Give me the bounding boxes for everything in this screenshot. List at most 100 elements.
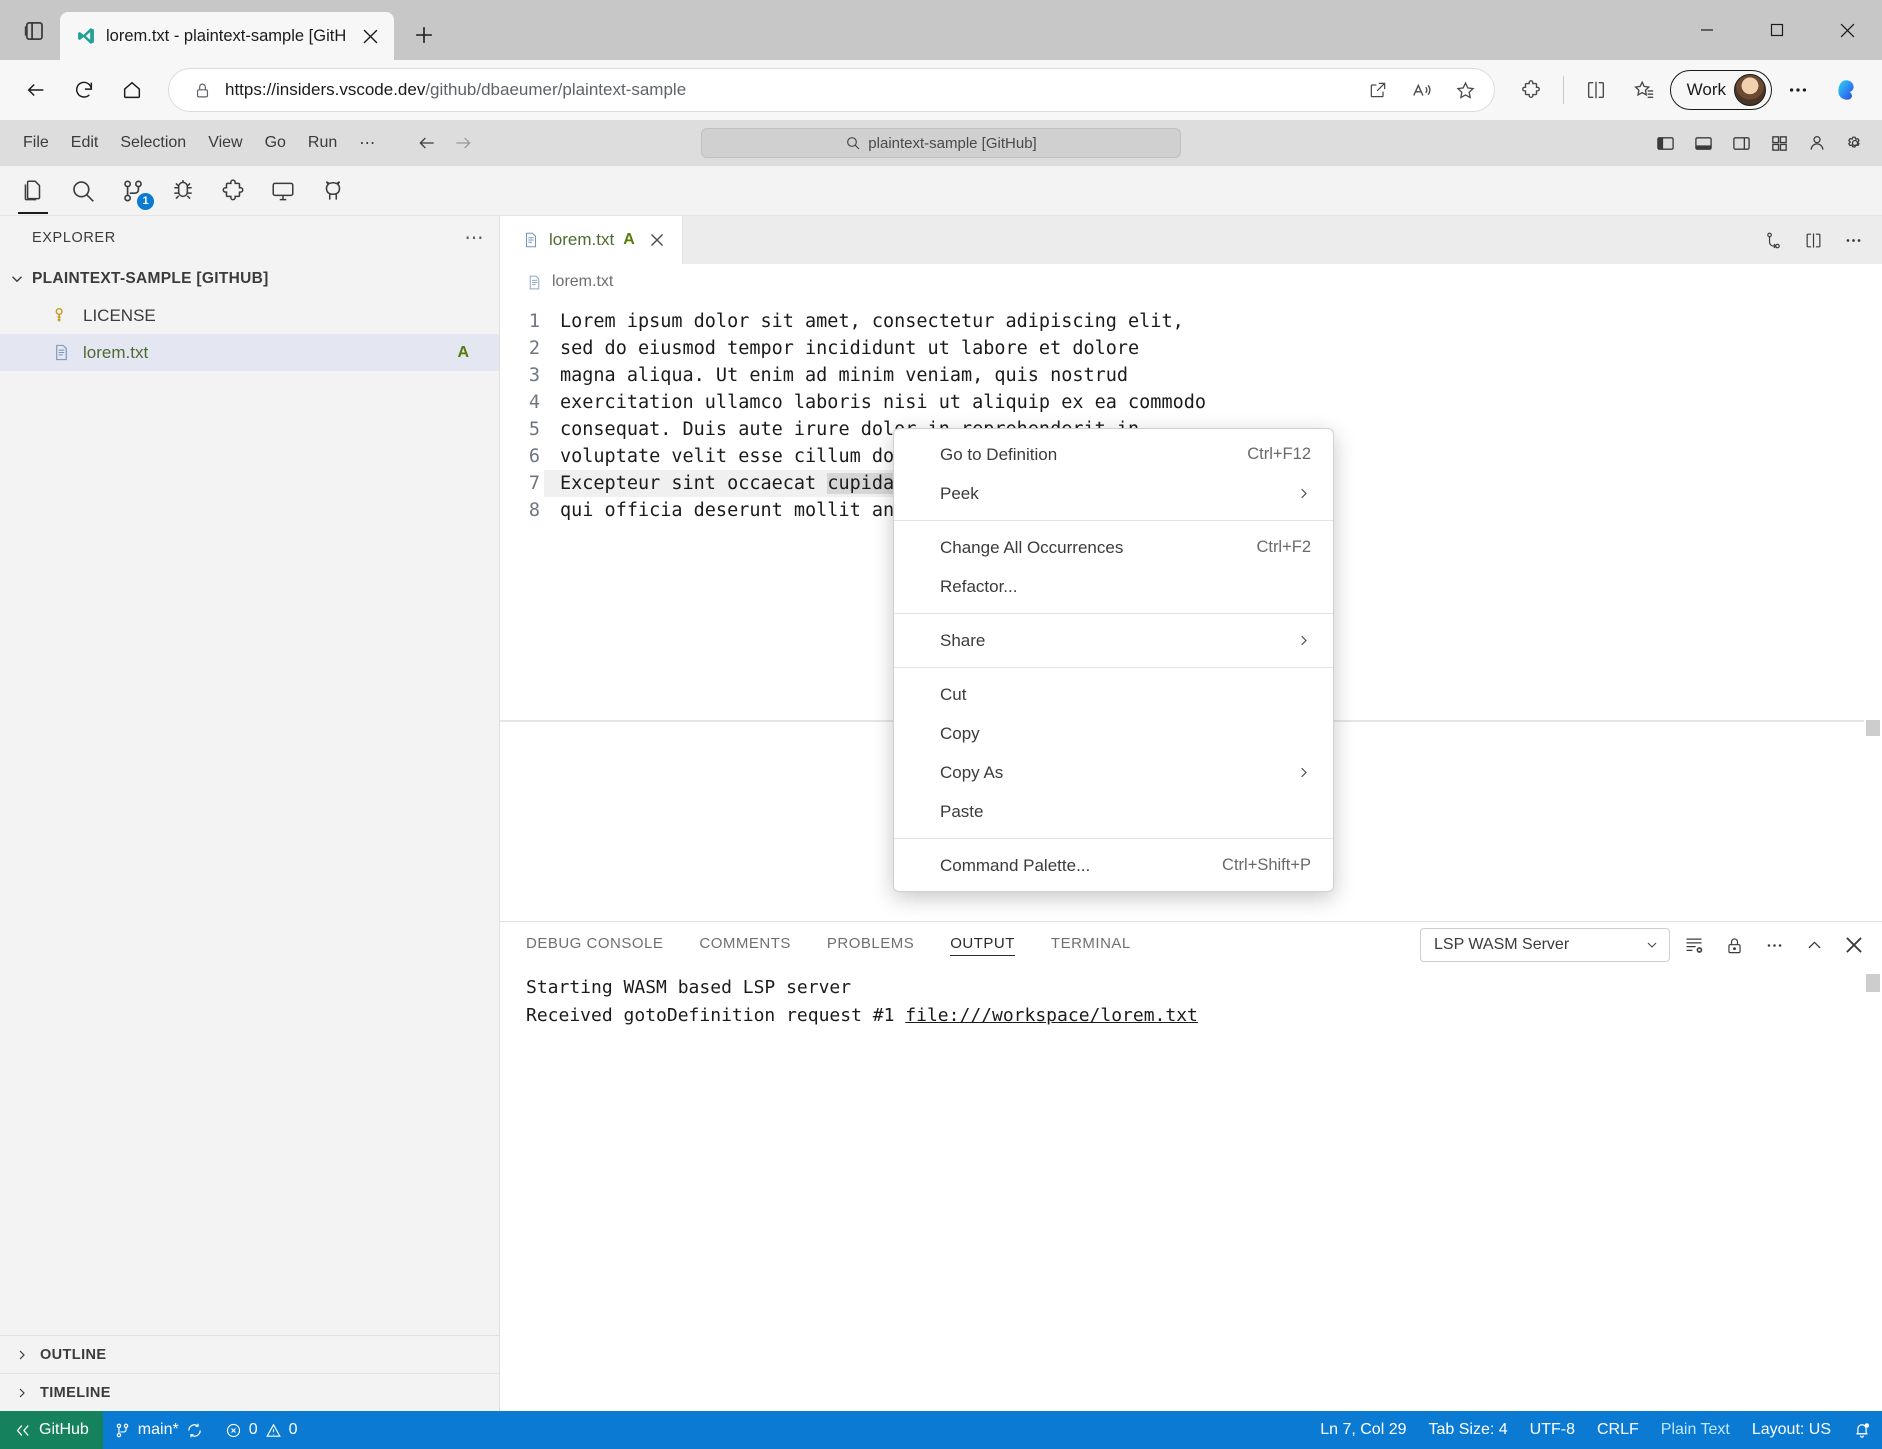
- tab-output[interactable]: OUTPUT: [950, 935, 1015, 956]
- toggle-panel-icon[interactable]: [1686, 126, 1720, 160]
- notifications-bell-dot-icon[interactable]: [1842, 1411, 1882, 1449]
- sidebar-item-search[interactable]: [60, 168, 106, 214]
- extensions-puzzle-icon[interactable]: [1509, 68, 1553, 112]
- read-aloud-icon[interactable]: [1400, 68, 1444, 112]
- menu-selection[interactable]: Selection: [109, 130, 197, 156]
- status-encoding[interactable]: UTF-8: [1519, 1411, 1586, 1449]
- open-in-app-icon[interactable]: [1356, 68, 1400, 112]
- maximize-icon[interactable]: [1742, 0, 1812, 60]
- menu-run[interactable]: Run: [297, 130, 348, 156]
- customize-layout-icon[interactable]: [1762, 126, 1796, 160]
- sidebar-item-remote-explorer[interactable]: [260, 168, 306, 214]
- collections-star-icon[interactable]: [1622, 68, 1666, 112]
- git-status-badge: A: [457, 344, 469, 362]
- status-remote-host[interactable]: GitHub: [0, 1411, 103, 1449]
- tab-lorem-txt[interactable]: lorem.txt A: [500, 216, 683, 264]
- sidebar-item-extensions[interactable]: [210, 168, 256, 214]
- code-line: 2sed do eiusmod tempor incididunt ut lab…: [500, 335, 1882, 362]
- menu-item-share[interactable]: Share: [894, 621, 1333, 660]
- refresh-icon[interactable]: [62, 68, 106, 112]
- profile-button[interactable]: Work: [1670, 70, 1772, 110]
- status-problems[interactable]: 0 0: [214, 1411, 309, 1449]
- line-number: 4: [500, 389, 544, 416]
- lock-scroll-icon[interactable]: [1718, 929, 1750, 961]
- menu-file[interactable]: File: [12, 130, 60, 156]
- star-icon[interactable]: [1444, 68, 1488, 112]
- menu-item-change-all-occurrences[interactable]: Change All Occurrences Ctrl+F2: [894, 528, 1333, 567]
- maximize-panel-icon[interactable]: [1798, 929, 1830, 961]
- menu-item-command-palette[interactable]: Command Palette... Ctrl+Shift+P: [894, 846, 1333, 885]
- minimize-icon[interactable]: [1672, 0, 1742, 60]
- menu-item-go-to-definition[interactable]: Go to Definition Ctrl+F12: [894, 435, 1333, 474]
- close-panel-icon[interactable]: [1838, 929, 1870, 961]
- list-item-label: lorem.txt: [83, 343, 148, 363]
- code-line: 1Lorem ipsum dolor sit amet, consectetur…: [500, 308, 1882, 335]
- menu-item-peek[interactable]: Peek: [894, 474, 1333, 513]
- close-icon[interactable]: [644, 227, 670, 253]
- file-tree: PLAINTEXT-SAMPLE [GITHUB] LICENSE lorem.…: [0, 260, 499, 1335]
- menu-item-copy[interactable]: Copy: [894, 714, 1333, 753]
- more-actions-icon[interactable]: [1836, 223, 1870, 257]
- more-actions-icon[interactable]: [1758, 929, 1790, 961]
- menu-edit[interactable]: Edit: [60, 130, 110, 156]
- toggle-secondary-sidebar-icon[interactable]: [1724, 126, 1758, 160]
- toggle-primary-sidebar-icon[interactable]: [1648, 126, 1682, 160]
- status-keyboard-layout[interactable]: Layout: US: [1741, 1411, 1842, 1449]
- panel-scrollbar[interactable]: [1866, 974, 1880, 992]
- status-eol[interactable]: CRLF: [1586, 1411, 1650, 1449]
- sidebar-item-github[interactable]: [310, 168, 356, 214]
- chevron-right-icon: [1296, 633, 1311, 648]
- close-icon[interactable]: [356, 22, 384, 50]
- menu-item-paste[interactable]: Paste: [894, 792, 1333, 831]
- tab-problems[interactable]: PROBLEMS: [827, 935, 914, 955]
- sidebar-section-outline[interactable]: OUTLINE: [0, 1335, 499, 1373]
- tab-comments[interactable]: COMMENTS: [699, 935, 791, 955]
- output-file-link[interactable]: file:///workspace/lorem.txt: [905, 1005, 1198, 1026]
- copilot-icon[interactable]: [1824, 68, 1868, 112]
- profile-label: Work: [1687, 80, 1726, 100]
- home-icon[interactable]: [110, 68, 154, 112]
- sync-icon[interactable]: [186, 1422, 203, 1439]
- manage-settings-gear-icon[interactable]: [1838, 126, 1872, 160]
- split-screen-icon[interactable]: [1574, 68, 1618, 112]
- editor-scrollbar[interactable]: [1866, 720, 1880, 736]
- clear-output-icon[interactable]: [1678, 929, 1710, 961]
- menu-item-label: Refactor...: [940, 577, 1017, 597]
- status-tab-size[interactable]: Tab Size: 4: [1418, 1411, 1519, 1449]
- tab-collections-icon[interactable]: [10, 6, 60, 56]
- split-editor-icon[interactable]: [1796, 223, 1830, 257]
- sidebar-item-explorer[interactable]: [10, 168, 56, 214]
- menu-go[interactable]: Go: [254, 130, 297, 156]
- sidebar-section-timeline[interactable]: TIMELINE: [0, 1373, 499, 1411]
- address-bar[interactable]: https://insiders.vscode.dev/github/dbaeu…: [168, 68, 1495, 112]
- output-channel-select[interactable]: LSP WASM Server: [1420, 928, 1670, 962]
- window-close-icon[interactable]: [1812, 0, 1882, 60]
- go-forward-icon[interactable]: [448, 128, 478, 158]
- back-arrow-icon[interactable]: [14, 68, 58, 112]
- tab-terminal[interactable]: TERMINAL: [1051, 935, 1131, 955]
- menu-item-cut[interactable]: Cut: [894, 675, 1333, 714]
- breadcrumb[interactable]: lorem.txt: [500, 264, 1882, 300]
- workspace-root-row[interactable]: PLAINTEXT-SAMPLE [GITHUB]: [0, 260, 499, 297]
- tab-debug-console[interactable]: DEBUG CONSOLE: [526, 935, 663, 955]
- go-back-icon[interactable]: [412, 128, 442, 158]
- more-options-icon[interactable]: [1776, 68, 1820, 112]
- new-tab-button[interactable]: [406, 17, 442, 53]
- menu-item-refactor[interactable]: Refactor...: [894, 567, 1333, 606]
- menu-more[interactable]: ⋯: [348, 129, 386, 157]
- menu-item-label: Change All Occurrences: [940, 538, 1123, 558]
- menu-item-copy-as[interactable]: Copy As: [894, 753, 1333, 792]
- split-editor-vertical-icon[interactable]: [1756, 223, 1790, 257]
- sidebar-item-source-control[interactable]: 1: [110, 168, 156, 214]
- sidebar-item-run-and-debug[interactable]: [160, 168, 206, 214]
- command-center[interactable]: plaintext-sample [GitHub]: [701, 128, 1181, 158]
- status-cursor-position[interactable]: Ln 7, Col 29: [1309, 1411, 1417, 1449]
- list-item[interactable]: LICENSE: [0, 297, 499, 334]
- status-language-mode[interactable]: Plain Text: [1650, 1411, 1741, 1449]
- accounts-icon[interactable]: [1800, 126, 1834, 160]
- more-actions-icon[interactable]: ⋯: [465, 229, 486, 248]
- browser-tab[interactable]: lorem.txt - plaintext-sample [GitH: [60, 12, 394, 60]
- list-item[interactable]: lorem.txt A: [0, 334, 499, 371]
- menu-view[interactable]: View: [197, 130, 253, 156]
- status-branch[interactable]: main*: [103, 1411, 214, 1449]
